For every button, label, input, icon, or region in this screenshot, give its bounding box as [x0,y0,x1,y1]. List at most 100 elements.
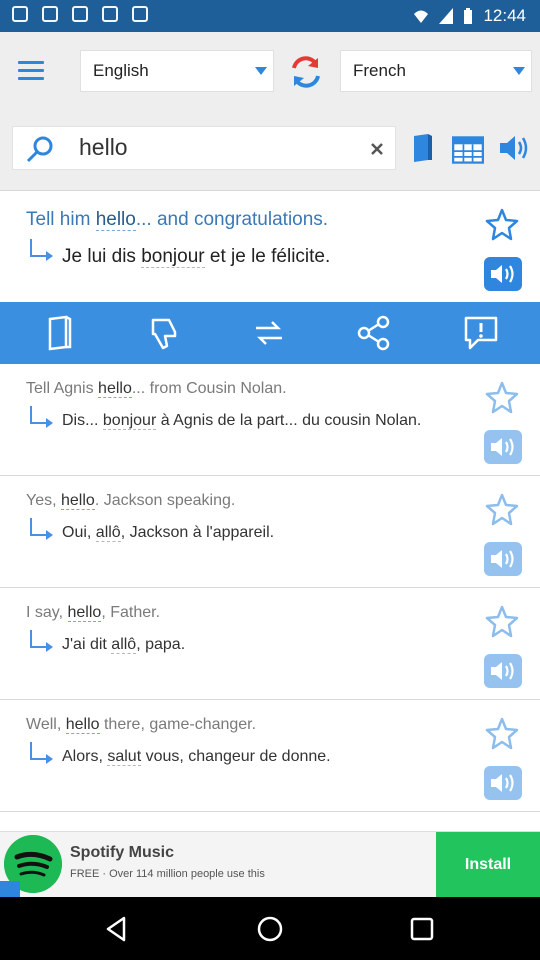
home-icon[interactable] [255,914,285,944]
ad-subtitle: FREE · Over 114 million people use this [70,868,265,880]
source-language-select[interactable]: English [80,50,274,92]
star-icon[interactable] [484,492,520,528]
book-icon[interactable] [40,314,78,352]
source-highlight: hello [65,716,100,734]
wifi-icon [414,10,429,23]
hamburger-line [18,68,44,72]
recents-icon[interactable] [407,914,437,944]
ad-banner[interactable]: Spotify Music FREE · Over 114 million pe… [0,831,540,898]
notification-icon [72,6,88,22]
notification-icon [12,6,28,22]
main-result[interactable]: Tell him hello... and congratulations. J… [0,190,540,302]
back-icon[interactable] [102,914,132,944]
source-highlight: hello [61,492,95,510]
notification-icons [12,6,148,22]
source-sentence: I say, hello, Father. [26,604,160,622]
clock: 12:44 [483,6,526,25]
source-text: there, game-changer. [99,716,257,733]
navigation-bar [0,897,540,960]
star-icon[interactable] [484,716,520,752]
target-text: Je lui dis [62,246,142,267]
source-text: Tell him [26,209,96,230]
return-arrow-icon [30,239,53,261]
search-input[interactable]: hello [12,126,396,170]
source-text: . Jackson speaking. [94,492,236,509]
list-item[interactable]: Well, hello there, game-changer. Alors, … [0,700,540,812]
install-button[interactable]: Install [436,832,540,898]
target-text: Dis... [62,412,103,429]
target-language-select[interactable]: French [340,50,532,92]
list-item[interactable]: Tell Agnis hello... from Cousin Nolan. D… [0,364,540,476]
target-text: vous, changeur de donne. [141,748,331,765]
source-sentence: Tell him hello... and congratulations. [26,209,328,231]
speaker-icon[interactable] [484,766,522,800]
target-text: , papa. [136,636,186,653]
target-language-label: French [353,61,406,80]
target-text: Alors, [62,748,108,765]
target-text: Oui, [62,524,96,541]
menu-button[interactable] [18,52,54,88]
speaker-icon[interactable] [484,430,522,464]
close-icon[interactable] [369,141,385,157]
action-bar [0,302,540,364]
source-highlight: hello [95,209,136,231]
hamburger-menu-icon [18,60,44,64]
ad-choices-icon[interactable] [0,881,20,897]
source-text: , Father. [101,604,161,621]
search-query: hello [79,134,128,160]
source-text: Yes, [26,492,61,509]
notification-icon [42,6,58,22]
chevron-down-icon [513,67,525,75]
search-icon [26,136,53,163]
source-sentence: Yes, hello. Jackson speaking. [26,492,235,510]
source-text: Tell Agnis [26,380,99,397]
chevron-down-icon [255,67,267,75]
table-icon[interactable] [452,134,484,166]
speaker-icon[interactable] [484,257,522,291]
target-highlight: allô [111,636,137,654]
target-text: J'ai dit [62,636,112,653]
speaker-icon[interactable] [498,132,530,164]
share-icon[interactable] [355,314,393,352]
list-item[interactable]: Yes, hello. Jackson speaking. Oui, allô,… [0,476,540,588]
return-arrow-icon [30,742,53,764]
source-text: Well, [26,716,66,733]
return-arrow-icon [30,406,53,428]
target-highlight: bonjour [141,246,205,268]
source-text: ... from Cousin Nolan. [131,380,287,397]
toolbar: English French [0,32,540,110]
book-icon[interactable] [406,132,438,164]
star-icon[interactable] [484,604,520,640]
target-highlight: bonjour [102,412,157,430]
reverse-arrows-icon[interactable] [250,314,288,352]
speaker-icon[interactable] [484,654,522,688]
target-sentence: Alors, salut vous, changeur de donne. [62,746,442,767]
target-sentence: Je lui dis bonjour et je le félicite. [62,246,330,268]
return-arrow-icon [30,630,53,652]
return-arrow-icon [30,518,53,540]
list-item[interactable]: I say, hello, Father. J'ai dit allô, pap… [0,588,540,700]
target-sentence: Oui, allô, Jackson à l'appareil. [62,522,442,543]
target-highlight: salut [107,748,142,766]
battery-icon [464,8,473,24]
signal-icon [439,8,454,24]
thumbs-down-icon[interactable] [145,314,183,352]
speaker-icon[interactable] [484,542,522,576]
star-icon[interactable] [484,207,520,243]
target-highlight: allô [95,524,121,542]
target-sentence: Dis... bonjour à Agnis de la part... du … [62,410,442,431]
target-text: et je le félicite. [204,246,331,267]
status-bar: 12:44 [0,0,540,32]
source-text: I say, [26,604,68,621]
target-sentence: J'ai dit allô, papa. [62,634,442,655]
notification-icon [102,6,118,22]
source-language-label: English [93,61,149,80]
report-icon[interactable] [462,314,500,352]
notification-icon [132,6,148,22]
search-row: hello [0,110,540,190]
target-text: , Jackson à l'appareil. [120,524,275,541]
swap-languages-icon[interactable] [288,54,324,90]
source-sentence: Well, hello there, game-changer. [26,716,256,734]
star-icon[interactable] [484,380,520,416]
source-highlight: hello [67,604,102,622]
